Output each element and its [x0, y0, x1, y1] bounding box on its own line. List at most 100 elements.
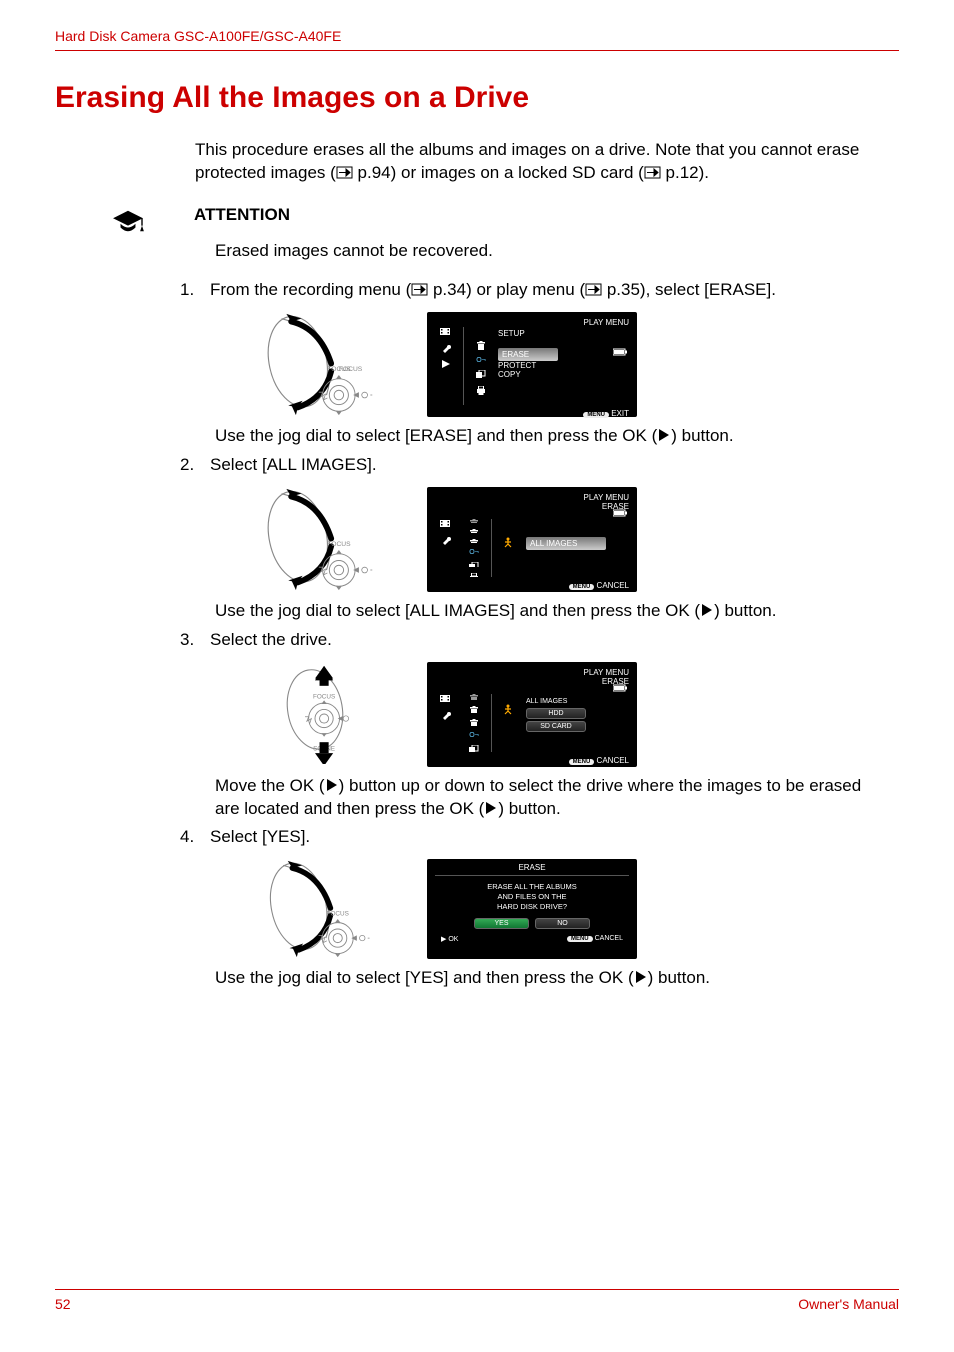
yes-button: YES [474, 918, 529, 929]
trash-icon [469, 529, 479, 533]
step-body: From the recording menu ( p.34) or play … [210, 279, 874, 302]
submenu-heading: ALL IMAGES [526, 698, 629, 705]
menu-item-selected: ERASE [498, 348, 558, 361]
intro-ref-2: p.12 [661, 163, 699, 182]
run-icon [503, 537, 515, 549]
run-icon [503, 704, 515, 716]
play-icon [484, 801, 498, 815]
step-number: 2. [180, 454, 210, 477]
step-body: Select [ALL IMAGES]. [210, 454, 874, 477]
screen-col3-icons [498, 704, 520, 752]
attention-label: ATTENTION [194, 205, 290, 225]
cancel-label: CANCEL [597, 756, 629, 765]
step-body: Select the drive. [210, 629, 874, 652]
screen-title: PLAY MENUERASE [435, 668, 629, 686]
figure-step2: PLAY MENUERASE О¬ ALL IMAGES M [215, 487, 954, 592]
intro-ref-1: p.94 [353, 163, 391, 182]
figure-step3: PLAY MENUERASE О¬ ALL IMAGES HDD SD CAR [215, 662, 954, 767]
page-title: Erasing All the Images on a Drive [55, 81, 899, 115]
film-icon [440, 519, 452, 529]
trash-icon [469, 539, 479, 543]
screen-menu: SETUP ERASE PROTECT COPY [498, 327, 629, 405]
page-footer: 52 Owner's Manual [55, 1289, 899, 1312]
cancel-label: CANCEL [597, 581, 629, 590]
step1-c: ), select [ERASE]. [640, 280, 776, 299]
figure-step4: ERASE ERASE ALL THE ALBUMS AND FILES ON … [215, 859, 954, 959]
screen-menu: ALL IMAGES [526, 519, 629, 577]
copy-icon [476, 370, 486, 380]
trash-icon [469, 719, 479, 726]
film-icon [440, 694, 452, 704]
intro-paragraph: This procedure erases all the albums and… [195, 139, 874, 185]
play-icon [325, 778, 339, 792]
screen-title: PLAY MENU [435, 318, 629, 327]
menu-item: COPY [498, 370, 629, 379]
menu-item: PROTECT [498, 361, 629, 370]
jog-dial-rotate-icon: FOCUS [215, 312, 415, 417]
step1-ref2: p.35 [602, 280, 640, 299]
link-arrow-icon [411, 283, 428, 296]
wrench-icon [441, 535, 451, 545]
step4-sub: Use the jog dial to select [YES] and the… [215, 967, 874, 990]
screen-col2-icons: О¬ [463, 519, 485, 577]
attention-icon [110, 207, 146, 235]
cancel-hint: MENU CANCEL [567, 935, 623, 943]
step1-sub: Use the jog dial to select [ERASE] and t… [215, 425, 874, 448]
step1-ref1: p.34 [428, 280, 466, 299]
jog-dial-push-icon [215, 664, 415, 764]
no-button: NO [535, 918, 590, 929]
step2-sub: Use the jog dial to select [ALL IMAGES] … [215, 600, 874, 623]
protect-icon: О¬ [469, 549, 479, 556]
film-icon [440, 327, 452, 337]
screen-bottom: MENU EXIT [435, 409, 629, 418]
print-icon [476, 386, 486, 396]
battery-icon [613, 348, 629, 356]
print-icon [469, 573, 479, 577]
play-icon [634, 970, 648, 984]
link-arrow-icon [644, 166, 661, 179]
menu-pill: MENU [569, 584, 595, 590]
step-2: 2. Select [ALL IMAGES]. [180, 454, 874, 477]
attention-text: Erased images cannot be recovered. [215, 241, 874, 261]
dialog-title: ERASE [435, 863, 629, 872]
camera-screen-2: PLAY MENUERASE О¬ ALL IMAGES M [427, 487, 637, 592]
step-4: 4. Select [YES]. [180, 826, 874, 849]
menu-pill: MENU [569, 759, 595, 765]
screen-left-icons [435, 694, 457, 752]
jog-dial-rotate-icon [215, 859, 415, 959]
dialog-message: ERASE ALL THE ALBUMS AND FILES ON THE HA… [435, 882, 629, 911]
camera-screen-3: PLAY MENUERASE О¬ ALL IMAGES HDD SD CAR [427, 662, 637, 767]
trash-icon [476, 341, 486, 351]
exit-label: EXIT [611, 409, 629, 418]
menu-item: SETUP [498, 329, 629, 338]
wrench-icon [441, 710, 451, 720]
screen-menu: ALL IMAGES HDD SD CARD [526, 694, 629, 752]
step-1: 1. From the recording menu ( p.34) or pl… [180, 279, 874, 302]
page-number: 52 [55, 1296, 71, 1312]
screen-bottom: MENU CANCEL [435, 581, 629, 590]
trash-icon [469, 519, 479, 523]
attention-block: ATTENTION [110, 205, 954, 235]
play-glyph-icon [441, 359, 451, 369]
step-number: 4. [180, 826, 210, 849]
screen-mid-icons: О¬ [470, 341, 492, 405]
trash-icon [469, 706, 479, 713]
step1-a: From the recording menu ( [210, 280, 411, 299]
step-body: Select [YES]. [210, 826, 874, 849]
play-icon [700, 603, 714, 617]
menu-pill: MENU [583, 412, 609, 418]
trash-icon [469, 694, 479, 701]
ok-hint: ▶ OK [441, 935, 458, 943]
drive-option: HDD [526, 708, 586, 719]
menu-item-selected: ALL IMAGES [526, 537, 606, 550]
drive-option: SD CARD [526, 721, 586, 732]
page-header: Hard Disk Camera GSC-A100FE/GSC-A40FE [55, 0, 899, 51]
battery-icon [613, 684, 629, 692]
footer-label: Owner's Manual [798, 1296, 899, 1312]
screen-col2-icons: О¬ [463, 694, 485, 752]
jog-dial-rotate-icon [215, 487, 415, 592]
screen-title: PLAY MENUERASE [435, 493, 629, 511]
step-number: 3. [180, 629, 210, 652]
step-3: 3. Select the drive. [180, 629, 874, 652]
screen-bottom: MENU CANCEL [435, 756, 629, 765]
